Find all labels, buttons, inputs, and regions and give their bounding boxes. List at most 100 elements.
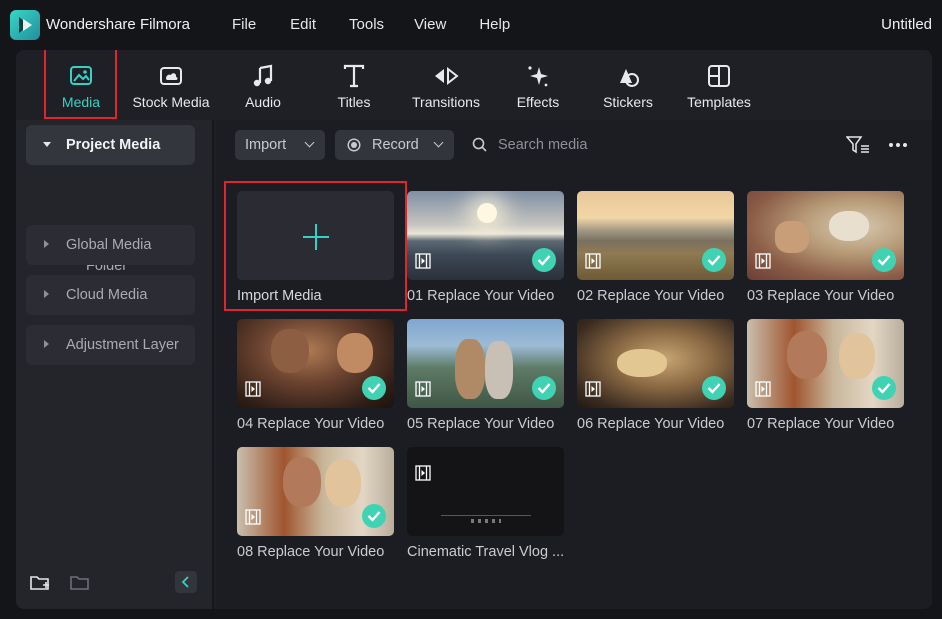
record-dropdown-label: Record [372, 137, 419, 153]
sidebar-item-label: Adjustment Layer [66, 337, 179, 353]
expand-arrow-icon [43, 142, 51, 147]
text-t-icon [343, 64, 365, 88]
chevron-down-icon [433, 137, 444, 148]
folder-icon[interactable] [69, 573, 91, 593]
app-name: Wondershare Filmora [46, 16, 190, 33]
menu-file[interactable]: File [232, 16, 256, 33]
chevron-left-icon [181, 576, 189, 588]
search-input[interactable] [498, 131, 698, 159]
video-clip-icon [585, 253, 601, 269]
menu-view[interactable]: View [414, 16, 446, 33]
video-thumbnail [407, 447, 564, 536]
expand-arrow-icon [44, 240, 49, 248]
module-toolbar: Media Stock Media Audio Titles Transitio… [16, 50, 932, 120]
filmora-logo-icon [10, 10, 40, 40]
tab-effects[interactable]: Effects [510, 50, 566, 120]
imported-check-icon [702, 376, 726, 400]
imported-check-icon [872, 376, 896, 400]
video-clip-icon [415, 381, 431, 397]
record-icon [347, 138, 361, 152]
video-thumbnail [407, 319, 564, 408]
media-panel: Media Stock Media Audio Titles Transitio… [16, 50, 932, 609]
record-dropdown[interactable]: Record [335, 130, 454, 160]
sparkle-icon [528, 66, 548, 87]
tab-audio[interactable]: Audio [238, 50, 288, 120]
tab-titles-label: Titles [337, 94, 371, 110]
video-clip-icon [755, 253, 771, 269]
tab-templates[interactable]: Templates [683, 50, 755, 120]
title-bar: Wondershare Filmora File Edit Tools View… [0, 0, 942, 50]
more-options-icon[interactable] [888, 142, 908, 148]
imported-check-icon [702, 248, 726, 272]
document-title: Untitled [881, 16, 932, 33]
search-icon [472, 137, 487, 152]
video-clip-icon [415, 253, 431, 269]
chevron-down-icon [304, 137, 315, 148]
menu-tools[interactable]: Tools [349, 16, 384, 33]
import-media-highlight [224, 181, 407, 311]
transitions-icon [435, 66, 459, 86]
tab-transitions[interactable]: Transitions [404, 50, 488, 120]
tab-effects-label: Effects [516, 94, 560, 110]
sidebar: Project Media Folder Global Media Cloud … [16, 120, 214, 609]
media-item-label: 01 Replace Your Video [407, 288, 555, 304]
sidebar-item-label: Cloud Media [66, 287, 148, 303]
tab-stock-media[interactable]: Stock Media [128, 50, 214, 120]
collapse-sidebar-button[interactable] [175, 571, 197, 593]
sidebar-item-label: Project Media [66, 137, 161, 153]
video-clip-icon [245, 381, 261, 397]
video-thumbnail [747, 191, 904, 280]
media-item-label: 06 Replace Your Video [577, 416, 725, 432]
media-item-label: 05 Replace Your Video [407, 416, 555, 432]
media-item-label: 04 Replace Your Video [237, 416, 385, 432]
media-item-label: 03 Replace Your Video [747, 288, 895, 304]
video-thumbnail [237, 319, 394, 408]
imported-check-icon [362, 376, 386, 400]
import-dropdown-label: Import [245, 137, 287, 153]
sidebar-item-adjustment-layer[interactable]: Adjustment Layer [26, 325, 195, 365]
menu-edit[interactable]: Edit [290, 16, 316, 33]
media-item-label: 08 Replace Your Video [237, 544, 385, 560]
import-dropdown[interactable]: Import [235, 130, 325, 160]
sidebar-item-global-media[interactable]: Global Media [26, 225, 195, 265]
imported-check-icon [532, 248, 556, 272]
tab-stickers-label: Stickers [603, 94, 653, 110]
menu-help[interactable]: Help [479, 16, 510, 33]
music-note-icon [253, 64, 273, 87]
video-thumbnail [577, 191, 734, 280]
new-folder-icon[interactable] [29, 573, 51, 593]
video-clip-icon [755, 381, 771, 397]
expand-arrow-icon [44, 340, 49, 348]
sidebar-footer [16, 559, 212, 609]
video-thumbnail [407, 191, 564, 280]
media-item-label: 02 Replace Your Video [577, 288, 725, 304]
imported-check-icon [872, 248, 896, 272]
sidebar-item-project-media[interactable]: Project Media [26, 125, 195, 165]
video-clip-icon [415, 465, 431, 481]
tab-titles[interactable]: Titles [329, 50, 379, 120]
expand-arrow-icon [44, 290, 49, 298]
video-thumbnail [747, 319, 904, 408]
tab-stickers[interactable]: Stickers [599, 50, 657, 120]
tab-templates-label: Templates [687, 94, 751, 110]
menu-bar: File Edit Tools View Help [232, 16, 510, 33]
filter-icon[interactable] [846, 135, 870, 155]
sidebar-item-label: Global Media [66, 237, 152, 253]
tab-stock-media-label: Stock Media [132, 94, 210, 110]
stock-media-icon [160, 67, 182, 85]
video-thumbnail [577, 319, 734, 408]
video-thumbnail [237, 447, 394, 536]
sidebar-item-cloud-media[interactable]: Cloud Media [26, 275, 195, 315]
imported-check-icon [362, 504, 386, 528]
tab-audio-label: Audio [245, 94, 281, 110]
sticker-icon [620, 69, 639, 87]
media-item-label: 07 Replace Your Video [747, 416, 895, 432]
template-icon [708, 65, 730, 87]
video-clip-icon [585, 381, 601, 397]
video-clip-icon [245, 509, 261, 525]
media-library: Import Record Import Media 01 [216, 120, 932, 609]
imported-check-icon [532, 376, 556, 400]
tab-transitions-label: Transitions [412, 94, 480, 110]
media-tab-highlight [44, 50, 117, 119]
media-item-label: Cinematic Travel Vlog ... [407, 544, 565, 560]
